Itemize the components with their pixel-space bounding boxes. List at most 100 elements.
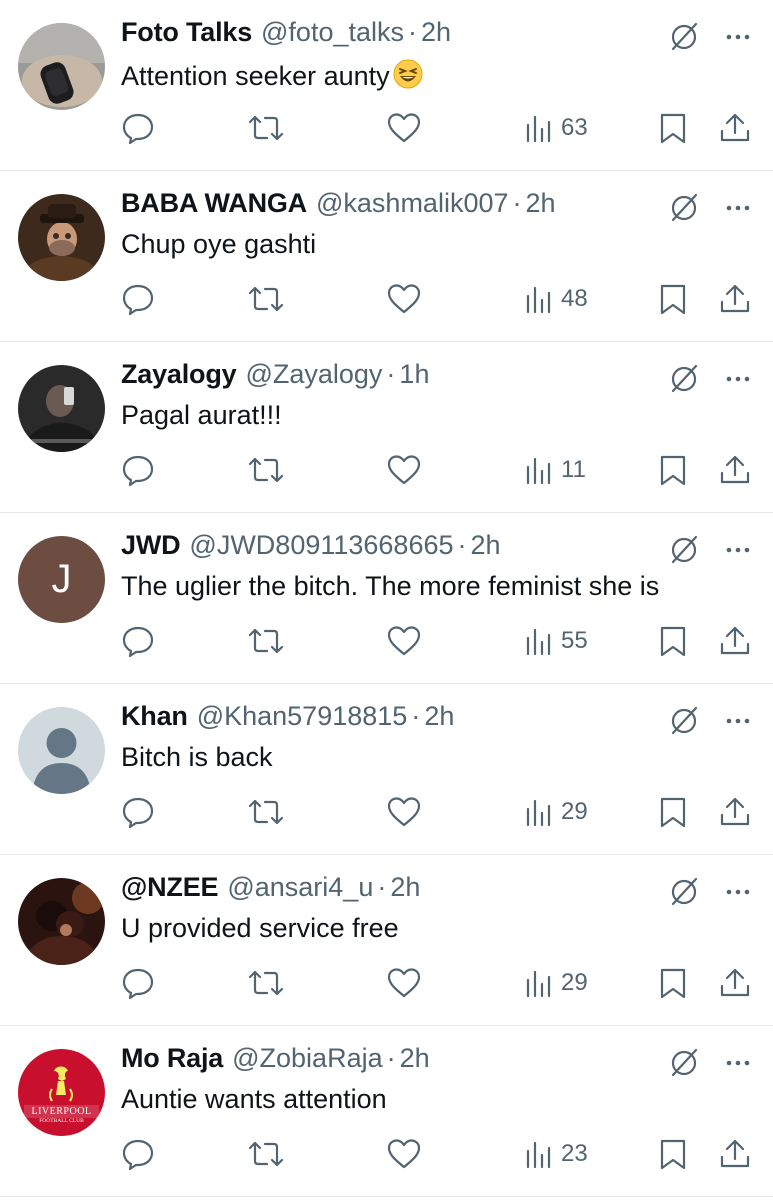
like-icon[interactable] <box>386 792 422 832</box>
avatar[interactable] <box>18 707 105 794</box>
views-button[interactable]: 63 <box>524 108 588 148</box>
tweet[interactable]: J JWD @JWD809113668665 · 2h The uglier t… <box>0 513 773 684</box>
bookmark-icon[interactable] <box>657 963 689 1003</box>
share-icon[interactable] <box>718 108 752 148</box>
user-handle[interactable]: @Zayalogy <box>245 359 382 390</box>
more-icon[interactable] <box>721 362 755 396</box>
grok-icon[interactable] <box>667 362 701 396</box>
grok-icon[interactable] <box>667 20 701 54</box>
tweet[interactable]: BABA WANGA @kashmalik007 · 2h Chup oye g… <box>0 171 773 342</box>
retweet-icon[interactable] <box>246 963 286 1003</box>
views-count: 63 <box>561 114 588 141</box>
avatar-letter: J <box>52 557 72 601</box>
avatar[interactable]: J <box>18 536 105 623</box>
avatar[interactable] <box>18 878 105 965</box>
user-handle[interactable]: @kashmalik007 <box>316 188 509 219</box>
more-icon[interactable] <box>721 704 755 738</box>
avatar[interactable] <box>18 365 105 452</box>
views-button[interactable]: 48 <box>524 279 588 319</box>
avatar[interactable]: LIVERPOOL FOOTBALL CLUB <box>18 1049 105 1136</box>
avatar[interactable] <box>18 194 105 281</box>
retweet-icon[interactable] <box>246 621 286 661</box>
tweet-text: Bitch is back <box>121 742 273 772</box>
views-button[interactable]: 11 <box>524 450 586 490</box>
more-icon[interactable] <box>721 191 755 225</box>
retweet-icon[interactable] <box>246 1134 286 1174</box>
reply-feed: Foto Talks @foto_talks · 2h Attention se… <box>0 0 773 1197</box>
timestamp[interactable]: 2h <box>526 188 556 219</box>
grok-icon[interactable] <box>667 191 701 225</box>
timestamp[interactable]: 2h <box>424 701 454 732</box>
reply-icon[interactable] <box>121 963 155 1003</box>
grok-icon[interactable] <box>667 533 701 567</box>
tweet[interactable]: LIVERPOOL FOOTBALL CLUB Mo Raja @ZobiaRa… <box>0 1026 773 1197</box>
timestamp[interactable]: 1h <box>399 359 429 390</box>
reply-icon[interactable] <box>121 279 155 319</box>
retweet-icon[interactable] <box>246 792 286 832</box>
user-handle[interactable]: @foto_talks <box>261 17 404 48</box>
share-icon[interactable] <box>718 621 752 661</box>
share-icon[interactable] <box>718 279 752 319</box>
more-icon[interactable] <box>721 533 755 567</box>
retweet-icon[interactable] <box>246 450 286 490</box>
tweet[interactable]: Foto Talks @foto_talks · 2h Attention se… <box>0 0 773 171</box>
views-button[interactable]: 29 <box>524 792 588 832</box>
more-icon[interactable] <box>721 20 755 54</box>
more-icon[interactable] <box>721 1046 755 1080</box>
views-button[interactable]: 29 <box>524 963 588 1003</box>
like-icon[interactable] <box>386 621 422 661</box>
tweet[interactable]: Khan @Khan57918815 · 2h Bitch is back 29 <box>0 684 773 855</box>
display-name[interactable]: BABA WANGA <box>121 188 307 219</box>
like-icon[interactable] <box>386 963 422 1003</box>
like-icon[interactable] <box>386 108 422 148</box>
display-name[interactable]: Zayalogy <box>121 359 237 390</box>
share-icon[interactable] <box>718 1134 752 1174</box>
tweet-actions: 55 <box>0 621 773 661</box>
reply-icon[interactable] <box>121 621 155 661</box>
display-name[interactable]: @NZEE <box>121 872 219 903</box>
bookmark-icon[interactable] <box>657 108 689 148</box>
tweet[interactable]: Zayalogy @Zayalogy · 1h Pagal aurat!!! 1… <box>0 342 773 513</box>
display-name[interactable]: Foto Talks <box>121 17 252 48</box>
grok-icon[interactable] <box>667 704 701 738</box>
grok-icon[interactable] <box>667 1046 701 1080</box>
tweet[interactable]: @NZEE @ansari4_u · 2h U provided service… <box>0 855 773 1026</box>
display-name[interactable]: Mo Raja <box>121 1043 223 1074</box>
grok-icon[interactable] <box>667 875 701 909</box>
share-icon[interactable] <box>718 963 752 1003</box>
user-handle[interactable]: @Khan57918815 <box>197 701 408 732</box>
tweet-text: Chup oye gashti <box>121 229 317 259</box>
bookmark-icon[interactable] <box>657 450 689 490</box>
avatar[interactable] <box>18 23 105 110</box>
retweet-icon[interactable] <box>246 279 286 319</box>
reply-icon[interactable] <box>121 450 155 490</box>
reply-icon[interactable] <box>121 1134 155 1174</box>
user-handle[interactable]: @ansari4_u <box>227 872 373 903</box>
views-count: 48 <box>561 285 588 312</box>
bookmark-icon[interactable] <box>657 1134 689 1174</box>
user-handle[interactable]: @ZobiaRaja <box>232 1043 382 1074</box>
reply-icon[interactable] <box>121 792 155 832</box>
reply-icon[interactable] <box>121 108 155 148</box>
tweet-actions: 23 <box>0 1134 773 1174</box>
bookmark-icon[interactable] <box>657 621 689 661</box>
share-icon[interactable] <box>718 450 752 490</box>
retweet-icon[interactable] <box>246 108 286 148</box>
tweet-header: Mo Raja @ZobiaRaja · 2h <box>121 1043 663 1081</box>
display-name[interactable]: Khan <box>121 701 188 732</box>
bookmark-icon[interactable] <box>657 279 689 319</box>
views-button[interactable]: 23 <box>524 1134 588 1174</box>
timestamp[interactable]: 2h <box>400 1043 430 1074</box>
share-icon[interactable] <box>718 792 752 832</box>
timestamp[interactable]: 2h <box>421 17 451 48</box>
like-icon[interactable] <box>386 1134 422 1174</box>
more-icon[interactable] <box>721 875 755 909</box>
like-icon[interactable] <box>386 279 422 319</box>
like-icon[interactable] <box>386 450 422 490</box>
bookmark-icon[interactable] <box>657 792 689 832</box>
display-name[interactable]: JWD <box>121 530 181 561</box>
user-handle[interactable]: @JWD809113668665 <box>189 530 453 561</box>
views-button[interactable]: 55 <box>524 621 588 661</box>
timestamp[interactable]: 2h <box>390 872 420 903</box>
timestamp[interactable]: 2h <box>471 530 501 561</box>
